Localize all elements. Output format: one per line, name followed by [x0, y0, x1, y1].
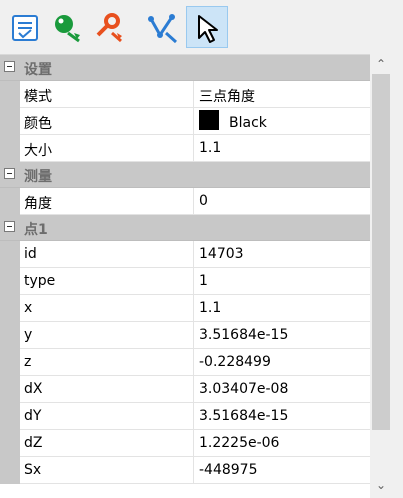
property-row-sx[interactable]: Sx -448975 — [0, 457, 370, 484]
property-row-type[interactable]: type 1 — [0, 268, 370, 295]
properties-button[interactable] — [3, 6, 45, 48]
property-name: dX — [24, 381, 43, 397]
property-name: 大小 — [24, 143, 52, 159]
property-name: 颜色 — [24, 116, 52, 132]
measure-angle-button[interactable] — [141, 6, 183, 48]
property-value[interactable]: 3.51684e-15 — [199, 327, 288, 343]
property-row-x[interactable]: x 1.1 — [0, 295, 370, 322]
property-row-dx[interactable]: dX 3.03407e-08 — [0, 376, 370, 403]
property-value[interactable]: Black — [199, 110, 267, 133]
scroll-down-icon[interactable]: ⌄ — [374, 478, 388, 492]
toolbar — [0, 0, 403, 52]
property-value[interactable]: 1 — [199, 273, 208, 289]
property-value[interactable]: 三点角度 — [199, 86, 255, 106]
category-label: 点1 — [24, 222, 48, 238]
property-row-dy[interactable]: dY 3.51684e-15 — [0, 403, 370, 430]
property-grid: 设置 模式 三点角度 颜色 Black 大小 1.1 测量 角度 0 点1 id… — [0, 54, 370, 498]
edit-point-icon — [96, 13, 122, 43]
collapse-icon[interactable] — [4, 61, 15, 72]
property-row-dz[interactable]: dZ 1.2225e-06 — [0, 430, 370, 457]
property-value[interactable]: -448975 — [199, 462, 258, 478]
property-name: dY — [24, 408, 42, 424]
property-row-angle[interactable]: 角度 0 — [0, 188, 370, 215]
property-value[interactable]: 1.1 — [199, 140, 221, 156]
edit-point-button[interactable] — [87, 6, 129, 48]
category-label: 测量 — [24, 169, 52, 185]
collapse-icon[interactable] — [4, 168, 15, 179]
property-row-mode[interactable]: 模式 三点角度 — [0, 81, 370, 108]
category-measure: 测量 — [0, 162, 370, 188]
property-value[interactable]: 3.03407e-08 — [199, 381, 288, 397]
property-name: type — [24, 273, 56, 289]
select-cursor-button[interactable] — [186, 6, 228, 48]
property-name: z — [24, 354, 32, 370]
property-row-size[interactable]: 大小 1.1 — [0, 135, 370, 162]
scroll-up-icon[interactable]: ⌃ — [374, 57, 388, 71]
add-point-button[interactable] — [45, 6, 87, 48]
property-name: 模式 — [24, 89, 52, 105]
collapse-icon[interactable] — [4, 221, 15, 232]
select-cursor-icon — [198, 15, 218, 43]
scrollbar-thumb[interactable] — [372, 74, 390, 430]
property-value[interactable]: 0 — [199, 193, 208, 209]
color-name: Black — [229, 115, 267, 131]
property-name: id — [24, 246, 37, 262]
property-value[interactable]: -0.228499 — [199, 354, 271, 370]
property-name: Sx — [24, 462, 42, 478]
panel-edge — [392, 54, 403, 497]
category-point1: 点1 — [0, 215, 370, 241]
property-name: 角度 — [24, 196, 52, 212]
vertical-scrollbar[interactable]: ⌃ ⌄ — [370, 54, 392, 497]
property-value[interactable]: 3.51684e-15 — [199, 408, 288, 424]
property-value[interactable]: 1.1 — [199, 300, 221, 316]
property-row-color[interactable]: 颜色 Black — [0, 108, 370, 135]
add-point-icon — [55, 15, 80, 43]
property-value[interactable]: 14703 — [199, 246, 244, 262]
property-row-y[interactable]: y 3.51684e-15 — [0, 322, 370, 349]
property-name: dZ — [24, 435, 43, 451]
measure-angle-icon — [148, 14, 178, 44]
property-value[interactable]: 1.2225e-06 — [199, 435, 279, 451]
property-name: y — [24, 327, 33, 343]
properties-icon — [12, 15, 38, 41]
category-label: 设置 — [24, 62, 52, 78]
property-row-id[interactable]: id 14703 — [0, 241, 370, 268]
category-settings: 设置 — [0, 55, 370, 81]
property-name: x — [24, 300, 33, 316]
color-swatch — [199, 110, 219, 130]
property-row-z[interactable]: z -0.228499 — [0, 349, 370, 376]
